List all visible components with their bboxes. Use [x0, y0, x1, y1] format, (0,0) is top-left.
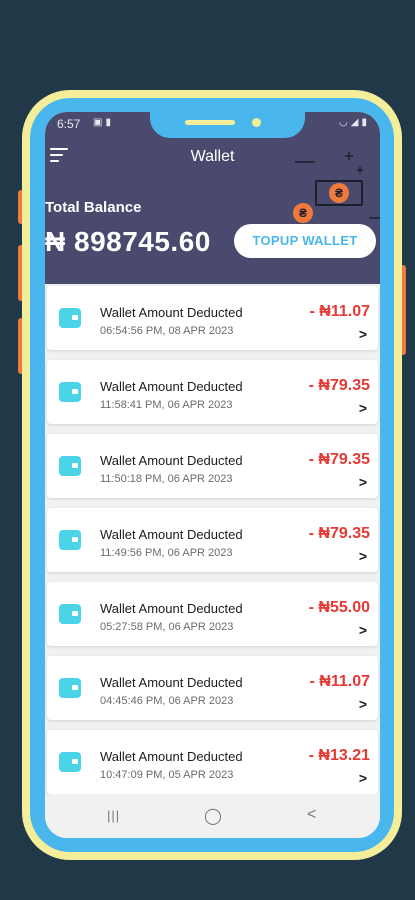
transaction-title: Wallet Amount Deducted [100, 601, 243, 616]
transaction-amount: - ₦11.07 [309, 303, 370, 320]
home-icon[interactable]: ◯ [204, 806, 222, 826]
transaction-row[interactable]: Wallet Amount Deducted 10:47:09 PM, 05 A… [47, 730, 378, 794]
balance-label: Total Balance [45, 199, 142, 216]
phone-notch [150, 112, 305, 138]
wallet-icon [59, 308, 81, 328]
transaction-row[interactable]: Wallet Amount Deducted 11:50:18 PM, 06 A… [47, 434, 378, 498]
wallet-icon [59, 456, 81, 476]
transaction-date: 06:54:56 PM, 08 APR 2023 [100, 325, 234, 337]
transaction-date: 05:27:58 PM, 06 APR 2023 [100, 621, 234, 633]
balance-amount: ₦ 898745.60 [45, 226, 211, 257]
chevron-right-icon: > [358, 474, 367, 490]
battery-icon: ▮ [361, 117, 370, 128]
wallet-icon [59, 752, 81, 772]
transaction-title: Wallet Amount Deducted [100, 453, 243, 468]
transaction-title: Wallet Amount Deducted [100, 675, 243, 690]
coin-icon: ₴ [293, 203, 313, 223]
status-right-icons: ◡◢▮ [339, 117, 370, 128]
status-left-icons: ▣▮ [93, 117, 114, 128]
transaction-amount: - ₦11.07 [309, 673, 370, 690]
transaction-title: Wallet Amount Deducted [100, 379, 243, 394]
transaction-row[interactable]: Wallet Amount Deducted 06:54:56 PM, 08 A… [47, 286, 378, 350]
wallet-icon [59, 530, 81, 550]
image-icon: ▣ [93, 117, 106, 128]
transaction-amount: - ₦79.35 [308, 525, 370, 542]
transaction-title: Wallet Amount Deducted [100, 527, 243, 542]
chevron-right-icon: > [358, 770, 367, 786]
chevron-right-icon: > [358, 548, 367, 564]
recents-icon[interactable]: ||| [107, 808, 120, 823]
wifi-icon: ◡ [339, 117, 351, 128]
chevron-right-icon: > [358, 696, 367, 712]
transaction-amount: - ₦55.00 [308, 599, 370, 616]
front-camera [252, 118, 261, 127]
transaction-date: 10:47:09 PM, 05 APR 2023 [100, 769, 234, 781]
system-nav-bar: ||| ◯ < [45, 794, 380, 838]
transaction-date: 04:45:46 PM, 06 APR 2023 [100, 695, 234, 707]
transaction-row[interactable]: Wallet Amount Deducted 04:45:46 PM, 06 A… [47, 656, 378, 720]
chevron-right-icon: > [358, 326, 367, 342]
transaction-title: Wallet Amount Deducted [100, 305, 243, 320]
coin-icon: ₴ [329, 183, 349, 203]
lock-icon: ▮ [105, 117, 114, 128]
chevron-right-icon: > [358, 400, 367, 416]
signal-icon: ◢ [350, 117, 362, 128]
transaction-row[interactable]: Wallet Amount Deducted 11:58:41 PM, 06 A… [47, 360, 378, 424]
transaction-title: Wallet Amount Deducted [100, 749, 243, 764]
phone-screen: 6:57 ▣▮ ◡◢▮ Wallet ₴ ₴ Total Balance ₦ 8… [45, 112, 380, 838]
wallet-icon [59, 604, 81, 624]
chevron-right-icon: > [358, 622, 367, 638]
transaction-amount: - ₦79.35 [308, 451, 370, 468]
transaction-amount: - ₦13.21 [308, 747, 370, 764]
transaction-date: 11:58:41 PM, 06 APR 2023 [100, 399, 233, 411]
status-time: 6:57 [57, 117, 81, 131]
wallet-icon [59, 678, 81, 698]
topup-wallet-button[interactable]: TOPUP WALLET [234, 224, 376, 258]
transaction-amount: - ₦79.35 [308, 377, 370, 394]
back-icon[interactable]: < [307, 806, 316, 824]
wallet-icon [59, 382, 81, 402]
transaction-row[interactable]: Wallet Amount Deducted 05:27:58 PM, 06 A… [47, 582, 378, 646]
speaker-slot [185, 120, 235, 125]
transaction-row[interactable]: Wallet Amount Deducted 11:49:56 PM, 06 A… [47, 508, 378, 572]
transaction-date: 11:49:56 PM, 06 APR 2023 [100, 547, 233, 559]
transaction-date: 11:50:18 PM, 06 APR 2023 [100, 473, 233, 485]
